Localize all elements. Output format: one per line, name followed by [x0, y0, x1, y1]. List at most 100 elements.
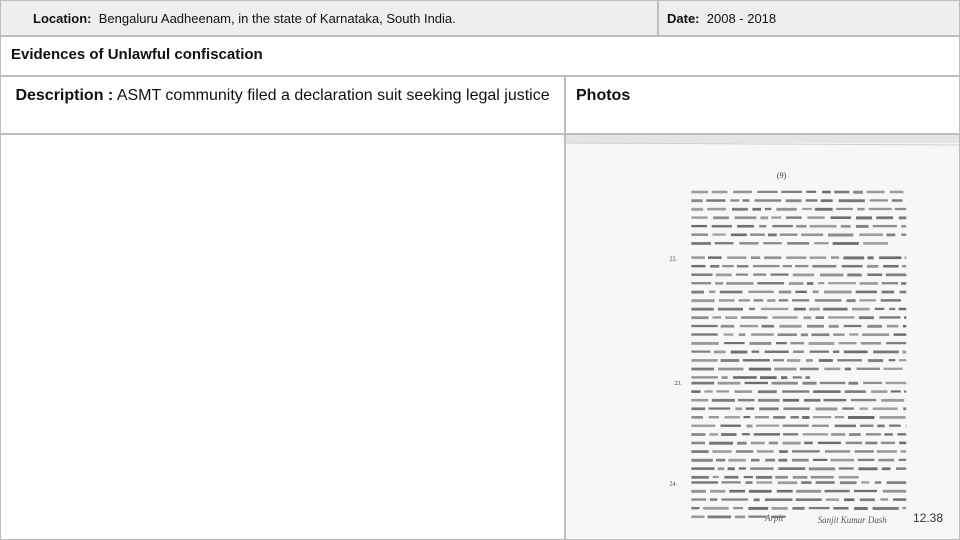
scanned-word	[748, 290, 774, 294]
scanned-word	[731, 207, 748, 211]
scanned-word	[901, 224, 907, 228]
scanned-word	[818, 359, 833, 362]
scanned-word	[874, 481, 882, 484]
scanned-word	[774, 367, 797, 371]
scanned-word	[814, 299, 842, 302]
scanned-word	[759, 224, 767, 228]
scanned-word	[721, 481, 741, 484]
scanned-word	[817, 441, 841, 445]
scanned-word	[885, 273, 907, 277]
scanned-word	[859, 498, 875, 502]
scanned-word	[808, 341, 835, 345]
scanned-word	[748, 515, 767, 518]
scanned-word	[823, 307, 848, 311]
scanned-word	[709, 441, 734, 445]
scanned-word	[746, 424, 753, 428]
scanned-word	[775, 341, 787, 345]
scanned-word	[717, 467, 725, 471]
scanned-word	[748, 506, 769, 510]
scanned-word	[720, 324, 735, 328]
scanned-word	[751, 350, 760, 353]
scanned-word	[779, 450, 788, 453]
scanned-word	[824, 290, 852, 294]
scanned-word	[711, 398, 735, 402]
scanned-word	[723, 333, 734, 336]
scanned-word	[706, 199, 726, 202]
scanned-word	[847, 273, 862, 277]
scanned-word	[703, 506, 729, 510]
scanned-word	[853, 489, 878, 493]
scanned-word	[691, 424, 716, 427]
scanned-word	[880, 498, 889, 501]
scanned-word	[738, 299, 751, 302]
scanned-word	[721, 433, 737, 436]
scanned-word	[783, 433, 799, 436]
scanned-word	[834, 190, 850, 194]
scanned-word	[854, 506, 868, 510]
scanned-word	[691, 359, 718, 362]
scanned-word	[720, 359, 740, 362]
scanned-word	[843, 350, 868, 354]
scanned-word	[756, 481, 773, 484]
slide-number: 12.38	[912, 511, 943, 525]
scanned-word	[691, 350, 711, 353]
scanned-word	[833, 333, 845, 336]
scanned-word	[715, 458, 726, 462]
scanned-word	[889, 307, 896, 311]
scanned-word	[727, 467, 735, 471]
scanned-word	[858, 467, 878, 471]
scanned-word	[860, 424, 874, 427]
scanned-word	[777, 333, 798, 337]
section-title: Evidences of Unlawful confiscation	[0, 36, 960, 76]
scanned-word	[813, 390, 841, 393]
scanned-word	[857, 458, 875, 462]
scanned-word	[843, 324, 862, 328]
scanned-word	[779, 324, 802, 328]
location-header: Location: Bengaluru Aadheenam, in the st…	[0, 0, 658, 36]
scanned-word	[792, 376, 802, 379]
scanned-word	[750, 233, 765, 236]
scanned-word	[854, 450, 874, 453]
scanned-word	[807, 216, 825, 219]
scanned-word	[815, 407, 838, 411]
scanned-word	[883, 367, 903, 370]
scanned-word	[782, 264, 792, 268]
scanned-word	[757, 282, 785, 285]
scanned-word	[869, 199, 888, 202]
scanned-word	[828, 282, 856, 285]
scanned-word	[889, 424, 901, 427]
scanned-word	[828, 316, 855, 319]
scanned-word	[786, 359, 801, 362]
scanned-word	[904, 390, 907, 393]
scanned-word	[691, 242, 711, 245]
date-value: 2008 - 2018	[706, 11, 777, 26]
scanned-word	[881, 398, 905, 402]
scanned-word	[760, 216, 769, 220]
scanned-word	[823, 398, 847, 402]
scanned-word	[734, 515, 746, 519]
scanned-word	[860, 341, 882, 345]
scanned-word	[753, 273, 767, 276]
scanned-word	[691, 290, 704, 294]
scanned-word	[838, 467, 854, 470]
scanned-word	[691, 282, 712, 285]
scanned-word	[806, 324, 824, 328]
description-separator: :	[103, 87, 114, 104]
scanned-word	[844, 367, 851, 371]
scanned-word	[842, 407, 855, 410]
scanned-word	[691, 407, 706, 411]
scanned-word	[845, 441, 862, 445]
date-label: Date:	[667, 11, 700, 26]
scanned-word	[763, 242, 782, 245]
scanned-word	[730, 350, 748, 354]
description-text: ASMT community filed a declaration suit …	[116, 87, 550, 104]
scanned-word	[761, 324, 775, 328]
scanned-word	[901, 233, 907, 236]
scanned-word	[898, 307, 907, 311]
scanned-word	[730, 233, 747, 237]
scanned-word	[709, 433, 719, 436]
scanned-word	[902, 506, 907, 510]
scanned-word	[710, 264, 720, 268]
scanned-word	[778, 467, 806, 470]
scanned-word	[859, 233, 883, 236]
